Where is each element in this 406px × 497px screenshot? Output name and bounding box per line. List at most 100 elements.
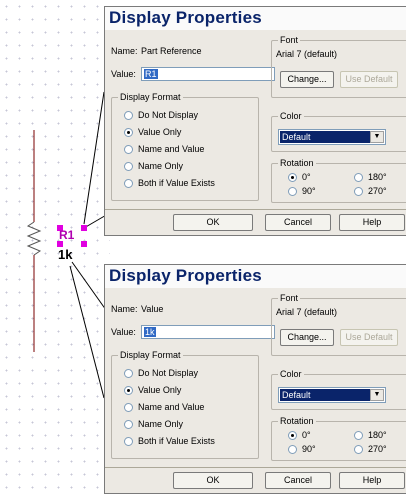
use-default-font-button[interactable]: Use Default <box>340 329 398 346</box>
leader-line-value <box>71 261 107 311</box>
radio-name-only[interactable]: Name Only <box>124 419 183 429</box>
radio-button[interactable] <box>288 186 297 196</box>
close-icon[interactable]: ✕ <box>402 268 406 285</box>
radio-label: Both if Value Exists <box>138 178 215 188</box>
value-field-label: Value: <box>111 327 136 337</box>
dialog-title-bar[interactable]: Display Properties ✕ <box>105 265 406 288</box>
radio-button[interactable] <box>124 368 133 378</box>
use-default-font-button[interactable]: Use Default <box>340 71 398 88</box>
radio-button[interactable] <box>288 444 297 454</box>
radio-button[interactable] <box>354 444 363 454</box>
rotation-group: Rotation 0° 180° 90° 270° <box>271 158 406 203</box>
dialog-title: Display Properties <box>109 266 262 285</box>
rotation-group-title: Rotation <box>278 158 316 168</box>
radio-button[interactable] <box>124 402 133 412</box>
radio-rotation-90[interactable]: 90° <box>288 186 316 196</box>
color-select[interactable]: Default ▼ <box>278 129 386 145</box>
radio-rotation-0[interactable]: 0° <box>288 172 311 182</box>
name-label: Name: <box>111 46 138 56</box>
radio-rotation-270[interactable]: 270° <box>354 444 387 454</box>
radio-label: Name Only <box>138 419 184 429</box>
radio-button[interactable] <box>124 436 133 446</box>
radio-button[interactable] <box>124 127 133 137</box>
radio-label: Value Only <box>138 385 182 395</box>
radio-value-only[interactable]: Value Only <box>124 385 181 395</box>
ok-button[interactable]: OK <box>173 472 253 489</box>
change-font-button[interactable]: Change... <box>280 71 334 88</box>
font-current: Arial 7 (default) <box>276 307 338 317</box>
radio-do-not-display[interactable]: Do Not Display <box>124 110 198 120</box>
ok-button[interactable]: OK <box>173 214 253 231</box>
radio-value-only[interactable]: Value Only <box>124 127 181 137</box>
chevron-down-icon[interactable]: ▼ <box>370 131 384 143</box>
radio-label: Name and Value <box>138 144 205 154</box>
cancel-button[interactable]: Cancel <box>265 472 331 489</box>
cancel-button[interactable]: Cancel <box>265 214 331 231</box>
display-properties-dialog: Display Properties ✕ Name: Value Value: … <box>104 264 406 494</box>
radio-button[interactable] <box>354 186 363 196</box>
ref-designator-label[interactable]: R1 <box>59 228 74 242</box>
radio-do-not-display[interactable]: Do Not Display <box>124 368 198 378</box>
radio-button[interactable] <box>124 385 133 395</box>
resistor-symbol <box>26 221 42 256</box>
display-format-group: Display Format Do Not Display Value Only… <box>111 350 259 459</box>
color-group-title: Color <box>278 111 304 121</box>
radio-button[interactable] <box>124 110 133 120</box>
close-icon[interactable]: ✕ <box>402 10 406 27</box>
color-select[interactable]: Default ▼ <box>278 387 386 403</box>
radio-button[interactable] <box>124 161 133 171</box>
radio-label: 180° <box>368 430 387 440</box>
dialog-body: Name: Value Value: 1k Display Format Do … <box>105 288 406 493</box>
radio-label: 180° <box>368 172 387 182</box>
help-button[interactable]: Help <box>339 472 405 489</box>
leader-line-value-2 <box>69 265 105 399</box>
radio-button[interactable] <box>124 144 133 154</box>
font-group: Font Arial 7 (default) Change... Use Def… <box>271 35 406 98</box>
color-group: Color Default ▼ <box>271 369 406 410</box>
radio-label: Do Not Display <box>138 368 199 378</box>
radio-both-if-value-exists[interactable]: Both if Value Exists <box>124 178 215 188</box>
radio-rotation-180[interactable]: 180° <box>354 172 387 182</box>
dialog-body: Name: Part Reference Value: R1 Display F… <box>105 30 406 235</box>
radio-button[interactable] <box>354 430 363 440</box>
color-select-value: Default <box>280 131 370 143</box>
display-format-title: Display Format <box>118 350 183 360</box>
value-label[interactable]: 1k <box>58 247 72 262</box>
radio-rotation-90[interactable]: 90° <box>288 444 316 454</box>
color-select-value: Default <box>280 389 370 401</box>
radio-rotation-180[interactable]: 180° <box>354 430 387 440</box>
radio-label: Both if Value Exists <box>138 436 215 446</box>
value-input-text: 1k <box>144 327 156 337</box>
radio-rotation-270[interactable]: 270° <box>354 186 387 196</box>
selection-handle[interactable] <box>81 241 87 247</box>
radio-rotation-0[interactable]: 0° <box>288 430 311 440</box>
display-format-title: Display Format <box>118 92 183 102</box>
change-font-button[interactable]: Change... <box>280 329 334 346</box>
radio-name-only[interactable]: Name Only <box>124 161 183 171</box>
selection-handle[interactable] <box>81 225 87 231</box>
leader-line-refdes <box>83 91 105 225</box>
dialog-title: Display Properties <box>109 8 262 27</box>
dialog-title-bar[interactable]: Display Properties ✕ <box>105 7 406 30</box>
radio-label: Value Only <box>138 127 182 137</box>
help-button[interactable]: Help <box>339 214 405 231</box>
chevron-down-icon[interactable]: ▼ <box>370 389 384 401</box>
radio-button[interactable] <box>124 178 133 188</box>
radio-button[interactable] <box>288 430 297 440</box>
radio-name-and-value[interactable]: Name and Value <box>124 402 204 412</box>
font-group: Font Arial 7 (default) Change... Use Def… <box>271 293 406 356</box>
radio-button[interactable] <box>124 419 133 429</box>
value-input[interactable]: 1k <box>141 325 275 339</box>
radio-both-if-value-exists[interactable]: Both if Value Exists <box>124 436 215 446</box>
value-field-label: Value: <box>111 69 136 79</box>
radio-name-and-value[interactable]: Name and Value <box>124 144 204 154</box>
name-value: Value <box>141 304 164 314</box>
rotation-group-title: Rotation <box>278 416 316 426</box>
radio-button[interactable] <box>354 172 363 182</box>
value-input[interactable]: R1 <box>141 67 275 81</box>
radio-label: Do Not Display <box>138 110 199 120</box>
display-properties-dialog: Display Properties ✕ Name: Part Referenc… <box>104 6 406 236</box>
button-separator <box>105 209 406 210</box>
radio-button[interactable] <box>288 172 297 182</box>
radio-label: Name Only <box>138 161 184 171</box>
